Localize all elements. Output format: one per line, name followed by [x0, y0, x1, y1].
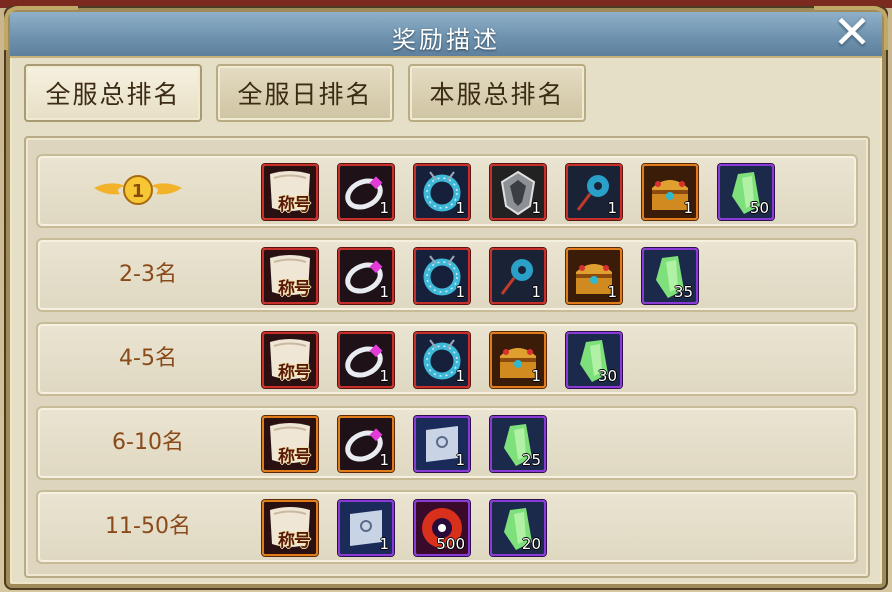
- dialog-titlebar: 奖励描述 ✕: [4, 6, 888, 58]
- title-item-label: 称号: [278, 363, 311, 383]
- item-quantity: 1: [531, 283, 541, 301]
- reward-item[interactable]: 称号: [262, 416, 318, 472]
- reward-item[interactable]: 称号: [262, 332, 318, 388]
- item-quantity: 1: [379, 199, 389, 217]
- rank-label: 6-10名: [112, 430, 184, 455]
- item-quantity: 25: [521, 451, 541, 469]
- item-quantity: 1: [379, 367, 389, 385]
- item-quantity: 1: [379, 451, 389, 469]
- item-quantity: 50: [749, 199, 769, 217]
- reward-item[interactable]: 称号: [262, 248, 318, 304]
- item-quantity: 1: [455, 283, 465, 301]
- reward-item[interactable]: 1: [566, 248, 622, 304]
- reward-list[interactable]: 1 称号 1 1 1 1 1 50 2-3名 称号 1 1 1 1 35 4-5…: [24, 136, 870, 578]
- item-quantity: 1: [455, 367, 465, 385]
- item-quantity: 1: [607, 283, 617, 301]
- item-quantity: 1: [379, 535, 389, 553]
- reward-item[interactable]: 35: [642, 248, 698, 304]
- reward-row: 6-10名 称号 1 1 25: [36, 406, 858, 480]
- item-quantity: 1: [683, 199, 693, 217]
- reward-item[interactable]: 1: [338, 248, 394, 304]
- reward-item[interactable]: 1: [490, 248, 546, 304]
- item-quantity: 1: [531, 199, 541, 217]
- reward-row: 11-50名 称号 1 500 20: [36, 490, 858, 564]
- item-quantity: 1: [455, 199, 465, 217]
- tab-all-server-total[interactable]: 全服总排名: [24, 64, 202, 122]
- title-item-label: 称号: [278, 447, 311, 467]
- item-quantity: 30: [597, 367, 617, 385]
- reward-item[interactable]: 1: [338, 332, 394, 388]
- tab-all-server-daily[interactable]: 全服日排名: [216, 64, 394, 122]
- dialog-title: 奖励描述: [392, 26, 500, 54]
- close-button[interactable]: ✕: [828, 8, 876, 56]
- reward-item[interactable]: 称号: [262, 500, 318, 556]
- title-item-label: 称号: [278, 195, 311, 215]
- reward-item[interactable]: 1: [490, 164, 546, 220]
- reward-item[interactable]: 500: [414, 500, 470, 556]
- tab-this-server-total[interactable]: 本服总排名: [408, 64, 586, 122]
- reward-item[interactable]: 1: [338, 164, 394, 220]
- item-quantity: 1: [455, 451, 465, 469]
- reward-row: 4-5名 称号 1 1 1 30: [36, 322, 858, 396]
- rank-label: 11-50名: [105, 514, 191, 539]
- item-quantity: 1: [607, 199, 617, 217]
- reward-item[interactable]: 50: [718, 164, 774, 220]
- reward-row: 1 称号 1 1 1 1 1 50: [36, 154, 858, 228]
- item-quantity: 500: [436, 535, 465, 553]
- rank-label: 4-5名: [119, 346, 177, 371]
- reward-item[interactable]: 1: [338, 500, 394, 556]
- rank-label: 2-3名: [119, 262, 177, 287]
- reward-item[interactable]: 1: [338, 416, 394, 472]
- reward-item[interactable]: 30: [566, 332, 622, 388]
- reward-item[interactable]: 1: [566, 164, 622, 220]
- reward-item[interactable]: 1: [414, 332, 470, 388]
- reward-item[interactable]: 1: [642, 164, 698, 220]
- reward-item[interactable]: 称号: [262, 164, 318, 220]
- reward-dialog: 奖励描述 ✕ 全服总排名 全服日排名 本服总排名 1 称号 1 1 1 1 1 …: [4, 6, 888, 588]
- item-quantity: 1: [379, 283, 389, 301]
- item-quantity: 35: [673, 283, 693, 301]
- title-item-label: 称号: [278, 279, 311, 299]
- item-quantity: 20: [521, 535, 541, 553]
- reward-item[interactable]: 1: [490, 332, 546, 388]
- reward-row: 2-3名 称号 1 1 1 1 35: [36, 238, 858, 312]
- reward-item[interactable]: 1: [414, 416, 470, 472]
- title-item-label: 称号: [278, 531, 311, 551]
- rank-medal: 1: [90, 174, 186, 214]
- reward-item[interactable]: 1: [414, 248, 470, 304]
- reward-item[interactable]: 25: [490, 416, 546, 472]
- gold-winged-medal-icon: 1: [94, 175, 182, 205]
- item-quantity: 1: [531, 367, 541, 385]
- rank-first-number: 1: [132, 181, 145, 202]
- reward-item[interactable]: 20: [490, 500, 546, 556]
- close-icon: ✕: [832, 5, 872, 59]
- reward-item[interactable]: 1: [414, 164, 470, 220]
